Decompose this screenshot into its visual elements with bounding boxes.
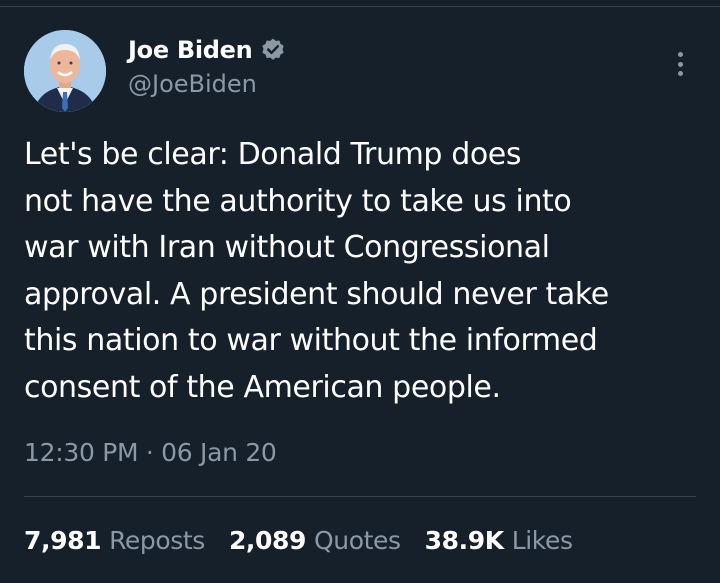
author-block: Joe Biden @JoeBiden: [128, 34, 286, 98]
quotes-stat[interactable]: 2,089 Quotes: [229, 526, 401, 555]
likes-label: Likes: [511, 526, 573, 555]
reposts-stat[interactable]: 7,981 Reposts: [24, 526, 205, 555]
display-name[interactable]: Joe Biden: [128, 36, 253, 64]
verified-badge-icon: [260, 37, 286, 63]
reposts-count: 7,981: [24, 526, 102, 555]
likes-stat[interactable]: 38.9K Likes: [425, 526, 573, 555]
tweet-timestamp[interactable]: 12:30 PM · 06 Jan 20: [24, 438, 277, 467]
user-handle[interactable]: @JoeBiden: [128, 70, 286, 98]
engagement-stats: 7,981 Reposts 2,089 Quotes 38.9K Likes: [24, 526, 573, 555]
more-options-icon[interactable]: [668, 48, 692, 80]
tweet-text: Let's be clear: Donald Trump does not ha…: [24, 137, 609, 405]
avatar-image: [24, 30, 106, 112]
quotes-count: 2,089: [228, 526, 307, 555]
name-row: Joe Biden: [128, 34, 286, 66]
more-dot: [677, 61, 683, 67]
more-dot: [677, 52, 683, 57]
likes-count: 38.9K: [424, 526, 504, 555]
top-divider: [0, 6, 720, 7]
quotes-label: Quotes: [314, 526, 401, 555]
reposts-label: Reposts: [109, 526, 205, 555]
more-dot: [677, 71, 683, 76]
avatar[interactable]: [24, 30, 106, 112]
stats-divider: [24, 496, 696, 497]
